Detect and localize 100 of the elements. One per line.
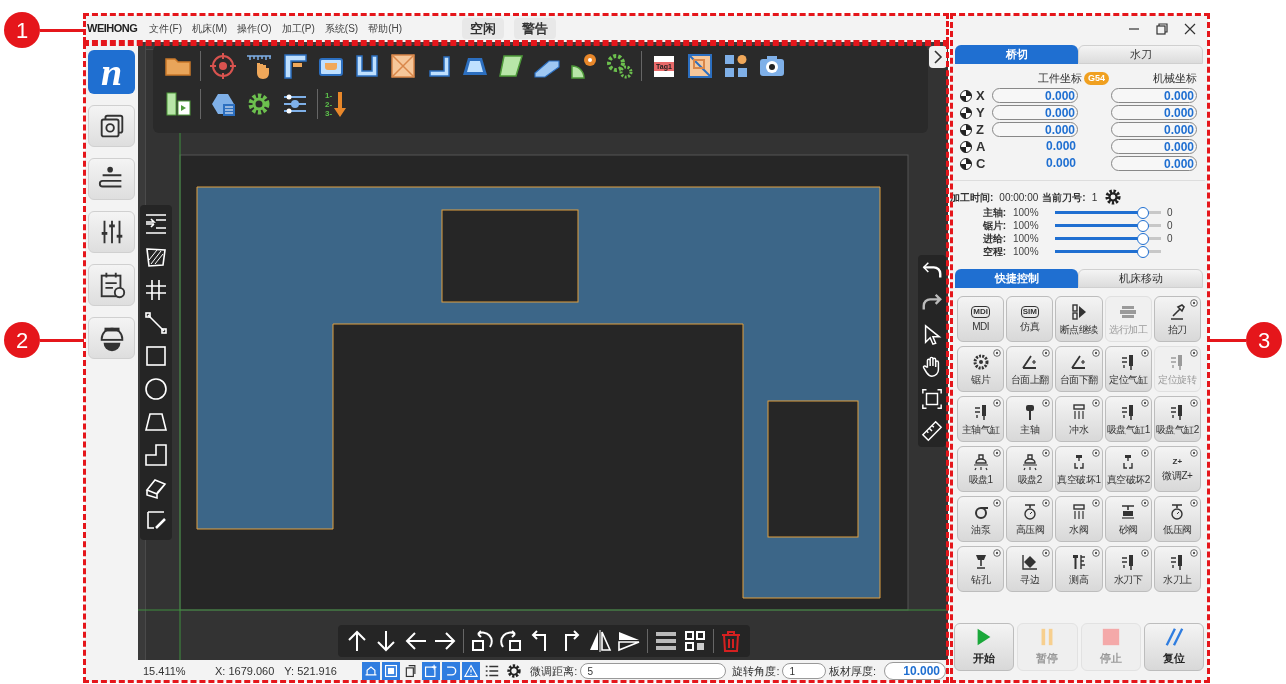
options-icon[interactable]	[1042, 399, 1051, 407]
coordinate-field[interactable]: 0.000	[992, 105, 1078, 120]
quick-button[interactable]: 测高	[1055, 546, 1103, 592]
app-logo[interactable]: n	[88, 50, 135, 94]
list-icon[interactable]	[484, 663, 501, 679]
quick-button[interactable]: 钻孔	[957, 546, 1005, 592]
view-toggle[interactable]	[462, 662, 481, 680]
input-field[interactable]: 10.000	[884, 662, 946, 680]
align-rows-icon[interactable]	[653, 629, 678, 653]
restore-icon[interactable]	[1156, 22, 1168, 35]
hatched-quad-icon[interactable]	[144, 245, 168, 270]
settings-icon[interactable]	[506, 663, 523, 679]
hole-outline[interactable]	[441, 209, 579, 303]
view-toggle[interactable]	[382, 662, 401, 680]
sequence-numbers[interactable]: 1- 2- 3-	[325, 90, 333, 118]
options-icon[interactable]	[1091, 349, 1100, 357]
quick-button[interactable]: 定位气缸	[1104, 346, 1152, 392]
quick-button[interactable]: 寻边	[1006, 546, 1054, 592]
framed-panel-icon[interactable]	[685, 51, 715, 81]
menu-item[interactable]: 操作(O)	[237, 21, 272, 36]
mirror-horizontal-icon[interactable]	[617, 629, 642, 653]
slider-thumb[interactable]	[1136, 206, 1149, 219]
coordinate-field[interactable]: 0.000	[992, 88, 1078, 103]
ruler-icon[interactable]	[921, 420, 943, 442]
tab[interactable]: 快捷控制	[955, 269, 1078, 288]
options-icon[interactable]	[1042, 499, 1051, 507]
menu-item[interactable]: 系统(S)	[324, 21, 359, 36]
quick-button[interactable]: MDI MDI	[957, 296, 1005, 342]
options-icon[interactable]	[993, 399, 1002, 407]
settings-icon[interactable]	[1105, 189, 1122, 205]
quadrant-icon[interactable]	[960, 106, 972, 119]
options-icon[interactable]	[1042, 349, 1051, 357]
quadrant-icon[interactable]	[960, 157, 972, 170]
view-toggle[interactable]	[422, 662, 441, 680]
view-toggle[interactable]	[362, 662, 381, 680]
quick-button[interactable]: 砂阀	[1104, 496, 1152, 542]
tab[interactable]: 水刀	[1078, 45, 1203, 64]
rotate-right-icon[interactable]	[499, 629, 524, 653]
quick-button[interactable]: 吸盘气缸2	[1153, 396, 1201, 442]
coordinate-field[interactable]: 0.000	[1111, 156, 1197, 171]
quadrant-icon[interactable]	[960, 123, 972, 136]
quick-button[interactable]: 真空破坏1	[1055, 446, 1103, 492]
menu-item[interactable]: 机床(M)	[192, 21, 228, 36]
slider[interactable]	[1055, 232, 1161, 245]
sidebar-button[interactable]	[88, 317, 135, 359]
options-icon[interactable]	[1190, 499, 1198, 507]
sidebar-button[interactable]	[88, 158, 135, 200]
options-icon[interactable]	[993, 349, 1002, 357]
quick-button[interactable]: 主轴气缸	[957, 396, 1005, 442]
quick-button[interactable]: 锯片	[957, 346, 1005, 392]
input-field[interactable]: 1	[782, 663, 827, 679]
quick-button[interactable]: 冲水	[1055, 396, 1103, 442]
options-icon[interactable]	[1091, 499, 1100, 507]
reset-button[interactable]: 复位	[1143, 623, 1204, 671]
options-icon[interactable]	[1140, 349, 1149, 357]
mirror-vertical-icon[interactable]	[587, 629, 612, 653]
input-field[interactable]: 5	[580, 663, 727, 679]
close-icon[interactable]	[1184, 22, 1196, 35]
slider-thumb[interactable]	[1136, 232, 1149, 245]
square-icon[interactable]	[144, 344, 168, 368]
crosshair-icon[interactable]	[208, 51, 238, 81]
sidebar-button[interactable]	[88, 264, 135, 306]
menu-item[interactable]: 文件(F)	[149, 21, 183, 36]
grid-icon[interactable]	[144, 278, 168, 303]
menu-item[interactable]: 加工(P)	[281, 21, 315, 36]
coordinate-field[interactable]: 0.000	[1111, 105, 1197, 120]
quick-button[interactable]: 油泵	[957, 496, 1005, 542]
options-icon[interactable]	[1091, 449, 1100, 457]
options-icon[interactable]	[1042, 449, 1051, 457]
options-icon[interactable]	[993, 549, 1002, 557]
quick-button[interactable]: SIM 仿真	[1006, 296, 1054, 342]
slider[interactable]	[1055, 219, 1161, 232]
circle-icon[interactable]	[144, 376, 168, 401]
quick-button[interactable]: 台面上翻	[1006, 346, 1054, 392]
quick-button[interactable]: 吸盘气缸1	[1104, 396, 1152, 442]
slider[interactable]	[1055, 206, 1161, 219]
line-icon[interactable]	[144, 311, 168, 336]
options-icon[interactable]	[1190, 399, 1198, 407]
quick-button[interactable]: Z+ 微调Z+	[1153, 446, 1201, 492]
quick-button[interactable]: 真空破坏2	[1104, 446, 1152, 492]
slider[interactable]	[1055, 245, 1161, 258]
coordinate-field[interactable]: 0.000	[1111, 88, 1197, 103]
options-icon[interactable]	[1190, 449, 1198, 457]
tab[interactable]: 机床移动	[1078, 269, 1203, 288]
hole-outline[interactable]	[767, 400, 859, 538]
gears-icon[interactable]	[604, 51, 634, 81]
options-icon[interactable]	[1140, 449, 1149, 457]
quick-button[interactable]: 主轴	[1006, 396, 1054, 442]
options-icon[interactable]	[1140, 499, 1149, 507]
sidebar-button[interactable]	[88, 211, 135, 253]
panel-export-icon[interactable]	[163, 89, 193, 119]
slider-thumb[interactable]	[1136, 245, 1149, 258]
l-shape-icon[interactable]	[144, 442, 168, 467]
options-icon[interactable]	[993, 499, 1002, 507]
tab[interactable]: 桥切	[955, 45, 1078, 64]
slider-thumb[interactable]	[1136, 219, 1149, 232]
collapse-button[interactable]	[929, 46, 947, 68]
quarter-disc-gear-icon[interactable]	[568, 51, 598, 81]
quadrant-icon[interactable]	[960, 89, 972, 102]
quick-button[interactable]: 低压阀	[1153, 496, 1201, 542]
